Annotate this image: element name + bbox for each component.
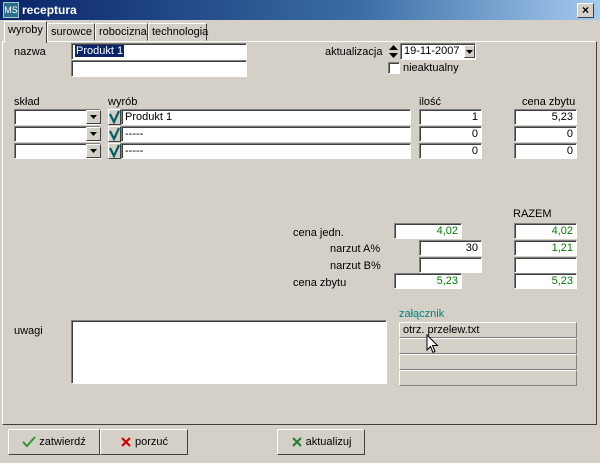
checkmark-icon xyxy=(109,144,121,159)
wyrob-header: wyrób xyxy=(108,96,138,108)
sklad-dropdown-button[interactable] xyxy=(86,144,101,158)
cena-header: cena zbytu xyxy=(522,96,576,108)
date-dropdown-button[interactable] xyxy=(464,45,475,58)
close-button[interactable]: × xyxy=(577,3,594,18)
razem-cena-zbytu-value: 5,23 xyxy=(514,273,577,289)
razem-cena-jedn-value: 4,02 xyxy=(514,223,577,239)
zalacznik-item[interactable] xyxy=(399,370,577,386)
zalacznik-label: załącznik xyxy=(399,308,445,320)
app-icon: MS xyxy=(3,2,19,18)
wyrob-field[interactable]: Produkt 1 xyxy=(121,109,411,125)
tab-robocizna[interactable]: robocizna xyxy=(95,23,148,41)
razem-narzut-b-value xyxy=(514,257,577,273)
zatwierdz-label: zatwierdź xyxy=(39,436,86,448)
sklad-header: skład xyxy=(14,96,40,108)
ilosc-field[interactable]: 1 xyxy=(419,109,482,125)
wyrob-pick-button[interactable] xyxy=(108,109,121,125)
nazwa-label: nazwa xyxy=(14,46,46,58)
title-bar[interactable] xyxy=(0,0,600,20)
nieaktualny-checkbox[interactable] xyxy=(388,62,400,74)
tab-surowce[interactable]: surowce xyxy=(47,23,95,41)
porzuc-label: porzuć xyxy=(135,436,169,448)
sklad-dropdown-button[interactable] xyxy=(86,110,101,124)
razem-narzut-a-value: 1,21 xyxy=(514,240,577,256)
ilosc-field[interactable]: 0 xyxy=(419,143,482,159)
aktualizuj-button[interactable]: aktualizuj xyxy=(277,429,365,455)
wyrob-pick-button[interactable] xyxy=(108,143,121,159)
mouse-cursor-icon xyxy=(426,333,439,357)
wyrob-field[interactable]: ----- xyxy=(121,126,411,142)
chevron-down-icon xyxy=(90,149,97,153)
uwagi-textarea[interactable] xyxy=(71,320,387,384)
wyrob-field[interactable]: ----- xyxy=(121,143,411,159)
update-icon xyxy=(291,437,302,447)
close-icon: × xyxy=(581,3,589,17)
ilosc-field[interactable]: 0 xyxy=(419,126,482,142)
tab-technologia[interactable]: technologia xyxy=(148,23,208,41)
nazwa-value: Produkt 1 xyxy=(75,45,125,57)
chevron-down-icon xyxy=(466,50,473,54)
porzuc-button[interactable]: porzuć xyxy=(100,429,188,455)
cena-zbytu-label: cena zbytu xyxy=(293,277,347,289)
chevron-down-icon xyxy=(90,132,97,136)
uwagi-label: uwagi xyxy=(14,325,43,337)
cena-jedn-value: 4,02 xyxy=(394,223,462,239)
cross-icon xyxy=(121,437,131,447)
aktualizuj-label: aktualizuj xyxy=(305,436,352,448)
checkmark-icon xyxy=(109,110,121,125)
razem-label: RAZEM xyxy=(513,208,552,220)
nazwa-input[interactable]: Produkt 1 xyxy=(71,43,247,60)
cena-field: 0 xyxy=(514,126,577,142)
narzut-a-input[interactable]: 30 xyxy=(419,240,482,256)
cena-zbytu-value: 5,23 xyxy=(394,273,462,289)
zatwierdz-button[interactable]: zatwierdź xyxy=(8,429,100,455)
narzut-b-label: narzut B% xyxy=(330,260,381,272)
narzut-a-label: narzut A% xyxy=(330,243,381,255)
aktualizacja-label: aktualizacja xyxy=(325,46,383,58)
cena-field: 0 xyxy=(514,143,577,159)
tab-wyroby[interactable]: wyroby xyxy=(4,21,47,43)
wyrob-pick-button[interactable] xyxy=(108,126,121,142)
sklad-dropdown-button[interactable] xyxy=(86,127,101,141)
checkmark-icon xyxy=(22,436,36,448)
nazwa-input-2[interactable] xyxy=(71,60,247,77)
narzut-b-input[interactable] xyxy=(419,257,482,273)
window-title: receptura xyxy=(22,3,77,17)
cena-field: 5,23 xyxy=(514,109,577,125)
ilosc-header: ilość xyxy=(419,96,442,108)
nieaktualny-label: nieaktualny xyxy=(403,62,459,74)
date-spinner[interactable] xyxy=(388,43,399,60)
checkmark-icon xyxy=(109,127,121,142)
cena-jedn-label: cena jedn. xyxy=(293,227,344,239)
spinner-arrows-icon xyxy=(389,45,398,58)
chevron-down-icon xyxy=(90,115,97,119)
